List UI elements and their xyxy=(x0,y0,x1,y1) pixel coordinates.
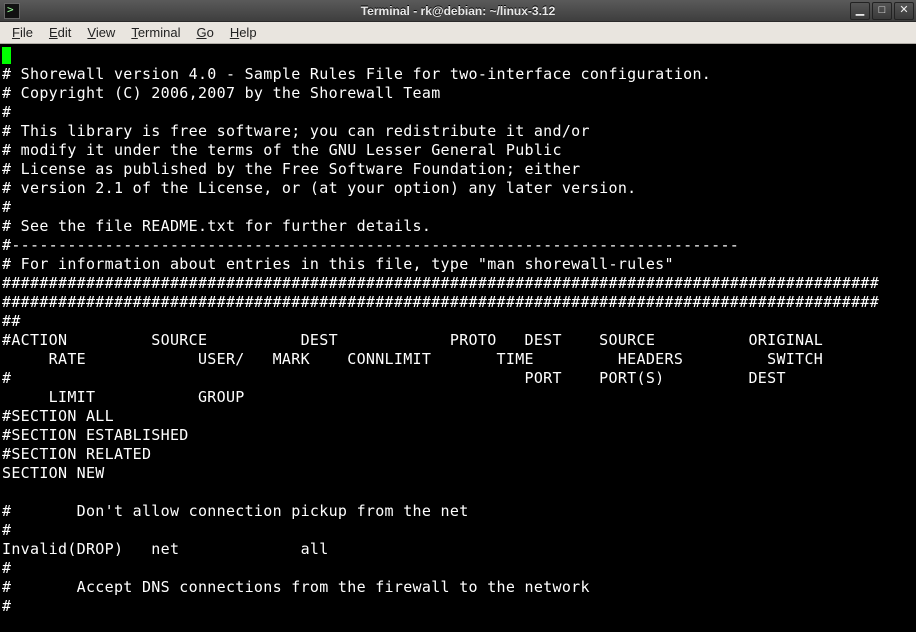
window-title: Terminal - rk@debian: ~/linux-3.12 xyxy=(361,4,556,18)
terminal-line: RATE USER/ MARK CONNLIMIT TIME HEADERS S… xyxy=(2,350,823,368)
terminal-line: # version 2.1 of the License, or (at you… xyxy=(2,179,637,197)
menu-edit[interactable]: Edit xyxy=(41,23,79,42)
terminal-line: # xyxy=(2,597,11,615)
terminal-line: # xyxy=(2,559,11,577)
terminal-viewport[interactable]: # Shorewall version 4.0 - Sample Rules F… xyxy=(0,44,916,632)
terminal-line: #SECTION ALL xyxy=(2,407,114,425)
terminal-line: # Copyright (C) 2006,2007 by the Shorewa… xyxy=(2,84,441,102)
terminal-line: # Don't allow connection pickup from the… xyxy=(2,502,469,520)
terminal-line: # PORT PORT(S) DEST xyxy=(2,369,786,387)
terminal-line: ## xyxy=(2,312,21,330)
terminal-line: ########################################… xyxy=(2,274,879,292)
cursor xyxy=(2,47,11,64)
terminal-line: # xyxy=(2,103,11,121)
menu-go[interactable]: Go xyxy=(188,23,221,42)
terminal-line: Invalid(DROP) net all xyxy=(2,540,329,558)
terminal-line: #ACTION SOURCE DEST PROTO DEST SOURCE OR… xyxy=(2,331,823,349)
terminal-app-icon xyxy=(4,3,20,19)
terminal-line: #---------------------------------------… xyxy=(2,236,739,254)
terminal-line: # Shorewall version 4.0 - Sample Rules F… xyxy=(2,65,711,83)
terminal-line: # For information about entries in this … xyxy=(2,255,674,273)
terminal-line: # Accept DNS connections from the firewa… xyxy=(2,578,590,596)
menu-help[interactable]: Help xyxy=(222,23,265,42)
terminal-line: # xyxy=(2,198,11,216)
terminal-line: ########################################… xyxy=(2,293,879,311)
terminal-line: # License as published by the Free Softw… xyxy=(2,160,581,178)
window-titlebar: Terminal - rk@debian: ~/linux-3.12 ▁ □ ✕ xyxy=(0,0,916,22)
menu-file[interactable]: File xyxy=(4,23,41,42)
menu-terminal[interactable]: Terminal xyxy=(123,23,188,42)
terminal-line: # xyxy=(2,521,11,539)
terminal-line: SECTION NEW xyxy=(2,464,105,482)
menubar: File Edit View Terminal Go Help xyxy=(0,22,916,44)
menu-view[interactable]: View xyxy=(79,23,123,42)
terminal-line: # See the file README.txt for further de… xyxy=(2,217,431,235)
terminal-line: # This library is free software; you can… xyxy=(2,122,590,140)
terminal-line: #SECTION RELATED xyxy=(2,445,151,463)
minimize-button[interactable]: ▁ xyxy=(850,2,870,20)
maximize-button[interactable]: □ xyxy=(872,2,892,20)
window-controls: ▁ □ ✕ xyxy=(850,2,916,20)
terminal-line: LIMIT GROUP xyxy=(2,388,245,406)
close-button[interactable]: ✕ xyxy=(894,2,914,20)
terminal-line: # modify it under the terms of the GNU L… xyxy=(2,141,562,159)
terminal-line: #SECTION ESTABLISHED xyxy=(2,426,189,444)
